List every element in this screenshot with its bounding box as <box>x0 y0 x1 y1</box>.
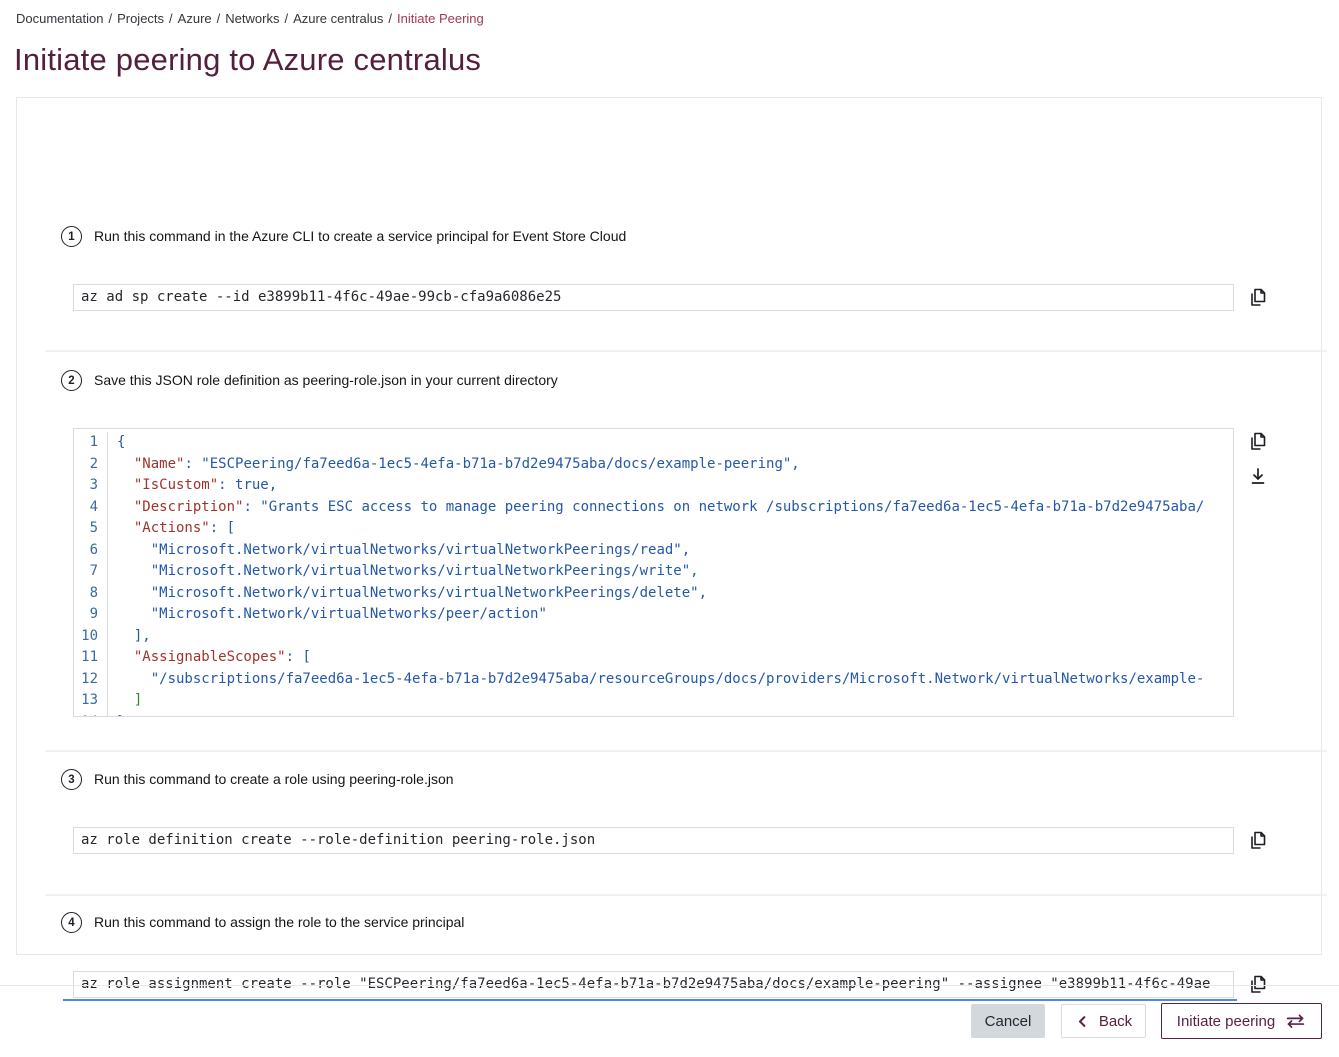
footer-divider <box>0 985 1339 986</box>
breadcrumb-separator: / <box>284 11 288 26</box>
code-line: 1{ <box>74 432 1233 454</box>
line-number: 8 <box>74 583 108 605</box>
code-line: 12 "/subscriptions/fa7eed6a-1ec5-4efa-b7… <box>74 669 1233 691</box>
code-line: 3 "IsCustom": true, <box>74 475 1233 497</box>
code-line: 9 "Microsoft.Network/virtualNetworks/pee… <box>74 604 1233 626</box>
line-number: 2 <box>74 454 108 476</box>
copy-icon <box>1246 972 1270 996</box>
line-number: 1 <box>74 432 108 454</box>
section-divider <box>45 750 1327 752</box>
line-number: 9 <box>74 604 108 626</box>
step-4-number: 4 <box>61 912 82 933</box>
section-divider <box>45 350 1327 352</box>
download-icon <box>1246 464 1270 488</box>
step-1-command-field[interactable]: az ad sp create --id e3899b11-4f6c-49ae-… <box>73 284 1234 311</box>
breadcrumb: Documentation / Projects / Azure / Networks / Az… <box>16 11 484 26</box>
step-1-copy-button[interactable] <box>1245 284 1271 310</box>
command-scrollbar[interactable] <box>63 999 1237 1001</box>
page-title: Initiate peering to Azure centralus <box>14 42 481 78</box>
section-divider <box>45 894 1327 896</box>
code-line: 14} <box>74 712 1233 718</box>
code-line: 4 "Description": "Grants ESC access to m… <box>74 497 1233 519</box>
chevron-left-icon <box>1075 1014 1090 1029</box>
line-number: 14 <box>74 712 108 718</box>
step-2-label: Save this JSON role definition as peerin… <box>94 372 558 388</box>
copy-icon <box>1246 285 1270 309</box>
line-number: 11 <box>74 647 108 669</box>
breadcrumb-item[interactable]: Networks <box>225 11 279 26</box>
breadcrumb-separator: / <box>108 11 112 26</box>
code-line: 13 ] <box>74 690 1233 712</box>
code-line: 10 ], <box>74 626 1233 648</box>
step-4-label: Run this command to assign the role to t… <box>94 914 464 930</box>
line-number: 6 <box>74 540 108 562</box>
step-3-command-field[interactable]: az role definition create --role-definit… <box>73 827 1234 854</box>
code-line: 5 "Actions": [ <box>74 518 1233 540</box>
step-3-number: 3 <box>61 769 82 790</box>
initiate-peering-button[interactable]: Initiate peering <box>1161 1003 1322 1039</box>
swap-arrows-icon <box>1285 1013 1306 1029</box>
code-lines: 1{2 "Name": "ESCPeering/fa7eed6a-1ec5-4e… <box>74 432 1233 717</box>
json-role-definition-editor[interactable]: 1{2 "Name": "ESCPeering/fa7eed6a-1ec5-4e… <box>73 428 1234 717</box>
line-number: 5 <box>74 518 108 540</box>
breadcrumb-item[interactable]: Documentation <box>16 11 103 26</box>
back-button-label: Back <box>1099 1013 1132 1030</box>
initiate-peering-button-label: Initiate peering <box>1177 1013 1275 1030</box>
cancel-button[interactable]: Cancel <box>971 1004 1045 1038</box>
code-line: 7 "Microsoft.Network/virtualNetworks/vir… <box>74 561 1233 583</box>
line-number: 13 <box>74 690 108 712</box>
code-line: 11 "AssignableScopes": [ <box>74 647 1233 669</box>
code-line: 8 "Microsoft.Network/virtualNetworks/vir… <box>74 583 1233 605</box>
step-2-copy-button[interactable] <box>1245 428 1271 454</box>
step-4-copy-button[interactable] <box>1245 971 1271 997</box>
step-1-label: Run this command in the Azure CLI to cre… <box>94 228 626 244</box>
wizard-card: 1 Run this command in the Azure CLI to c… <box>16 97 1322 955</box>
line-number: 10 <box>74 626 108 648</box>
breadcrumb-current: Initiate Peering <box>397 11 484 26</box>
line-number: 12 <box>74 669 108 691</box>
breadcrumb-item[interactable]: Projects <box>117 11 164 26</box>
copy-icon <box>1246 828 1270 852</box>
breadcrumb-item[interactable]: Azure centralus <box>293 11 383 26</box>
step-3-label: Run this command to create a role using … <box>94 771 454 787</box>
line-number: 3 <box>74 475 108 497</box>
code-line: 6 "Microsoft.Network/virtualNetworks/vir… <box>74 540 1233 562</box>
breadcrumb-separator: / <box>169 11 173 26</box>
breadcrumb-separator: / <box>217 11 221 26</box>
code-line: 2 "Name": "ESCPeering/fa7eed6a-1ec5-4efa… <box>74 454 1233 476</box>
line-number: 4 <box>74 497 108 519</box>
step-2-download-button[interactable] <box>1245 463 1271 489</box>
step-2-number: 2 <box>61 370 82 391</box>
breadcrumb-item[interactable]: Azure <box>178 11 212 26</box>
step-3-copy-button[interactable] <box>1245 827 1271 853</box>
back-button[interactable]: Back <box>1061 1004 1146 1038</box>
breadcrumb-separator: / <box>388 11 392 26</box>
line-number: 7 <box>74 561 108 583</box>
step-1-number: 1 <box>61 226 82 247</box>
copy-icon <box>1246 429 1270 453</box>
